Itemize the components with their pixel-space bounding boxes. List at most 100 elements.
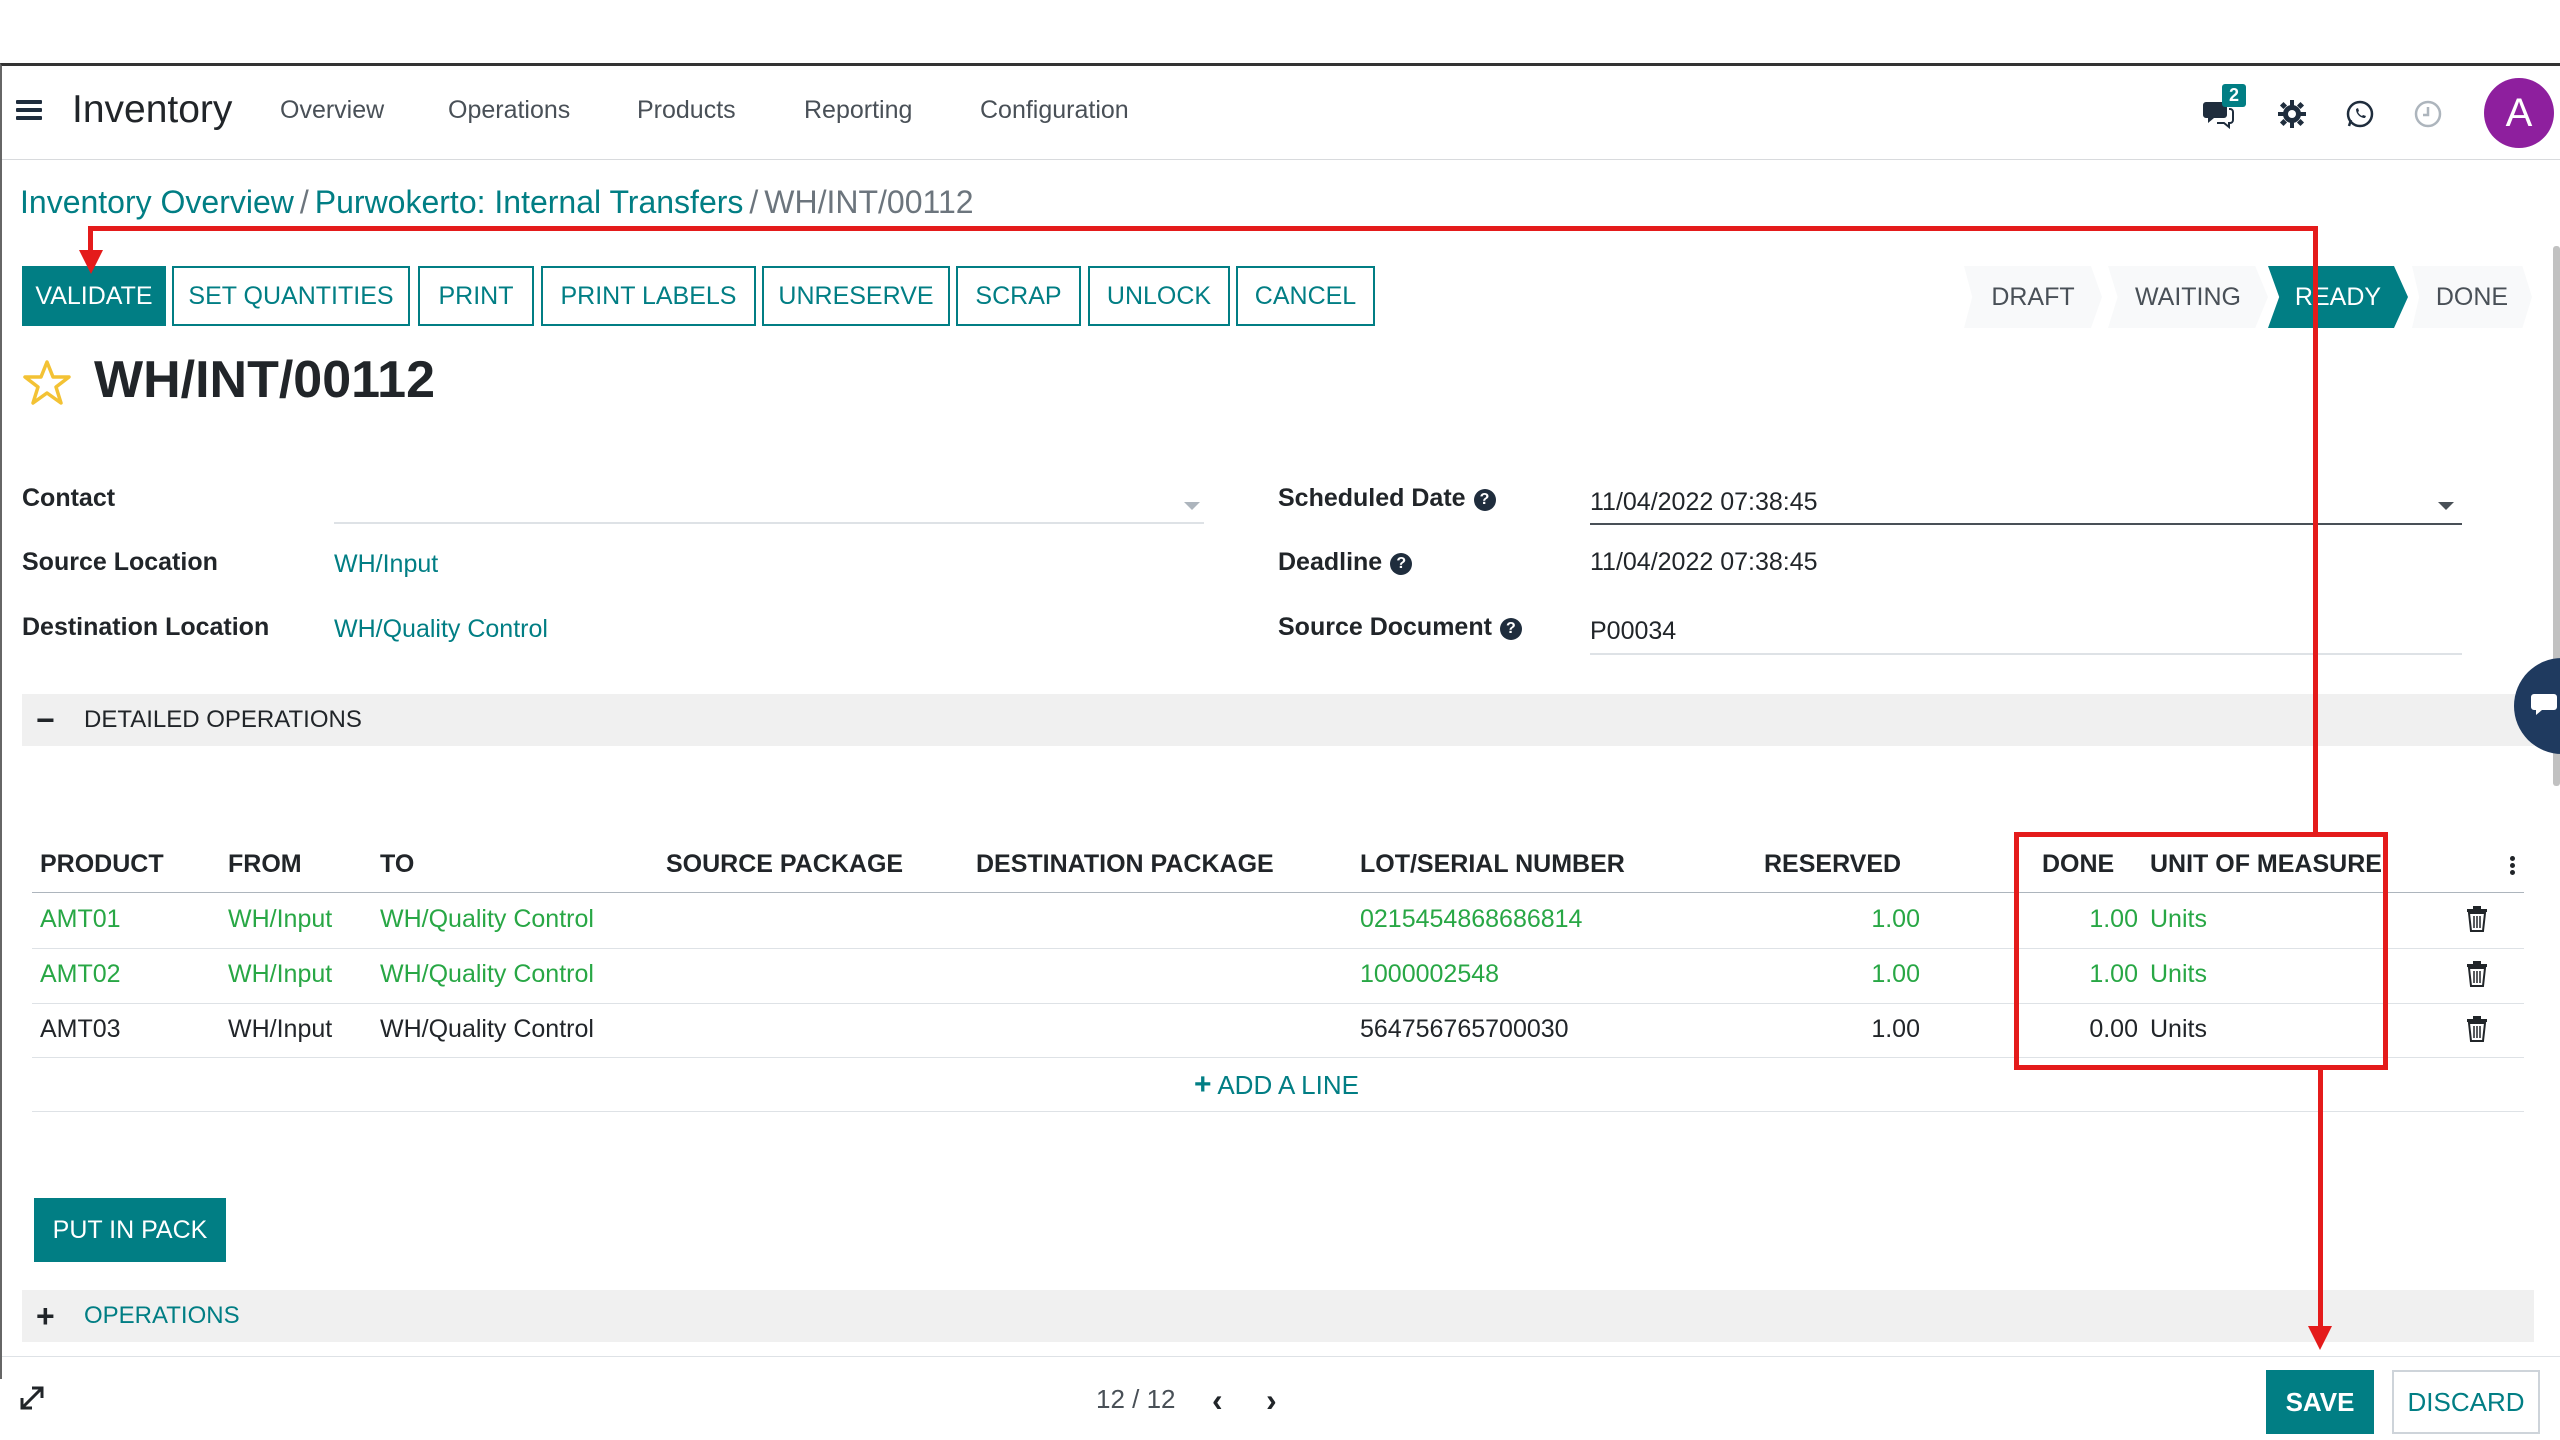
row2-from[interactable]: WH/Input xyxy=(228,960,332,989)
nav-configuration[interactable]: Configuration xyxy=(980,96,1129,125)
row1-to[interactable]: WH/Quality Control xyxy=(380,905,594,934)
row3-product[interactable]: AMT03 xyxy=(40,1015,121,1044)
source-document-input[interactable]: P00034 xyxy=(1590,617,2460,646)
col-to[interactable]: TO xyxy=(380,850,414,879)
contact-dropdown-icon[interactable] xyxy=(1184,502,1200,510)
nav-reporting[interactable]: Reporting xyxy=(804,96,912,125)
col-source-package[interactable]: SOURCE PACKAGE xyxy=(666,850,903,879)
source-document-underline xyxy=(1590,653,2462,655)
annotation-line-top xyxy=(88,226,2318,231)
breadcrumb: Inventory Overview / Purwokerto: Internal … xyxy=(20,184,974,220)
user-avatar[interactable]: A xyxy=(2484,78,2554,148)
footer-divider xyxy=(2,1356,2560,1357)
validate-button[interactable]: VALIDATE xyxy=(22,266,166,326)
detailed-operations-header[interactable]: − DETAILED OPERATIONS xyxy=(22,694,2534,746)
app-window: Inventory Overview Operations Products R… xyxy=(0,63,2560,1434)
source-location-label: Source Location xyxy=(22,548,218,576)
clock-icon[interactable] xyxy=(2410,96,2446,132)
menu-icon[interactable] xyxy=(16,96,50,130)
breadcrumb-current: WH/INT/00112 xyxy=(764,184,974,220)
annotation-arrowhead-save xyxy=(2308,1326,2332,1350)
pager-next-icon[interactable]: › xyxy=(1266,1382,1277,1419)
status-draft[interactable]: DRAFT xyxy=(1964,266,2102,328)
favorite-star-icon[interactable] xyxy=(22,358,72,408)
whatsapp-icon[interactable] xyxy=(2342,96,2378,132)
set-quantities-button[interactable]: SET QUANTITIES xyxy=(172,266,410,326)
row1-product[interactable]: AMT01 xyxy=(40,905,121,934)
source-document-label: Source Document? xyxy=(1278,613,1522,642)
breadcrumb-internal-transfers[interactable]: Purwokerto: Internal Transfers xyxy=(315,184,744,220)
scheduled-date-dropdown-icon[interactable] xyxy=(2438,502,2454,510)
col-lot-serial[interactable]: LOT/SERIAL NUMBER xyxy=(1360,850,1625,879)
status-ready[interactable]: READY xyxy=(2268,266,2408,328)
source-location-value[interactable]: WH/Input xyxy=(334,550,438,579)
expand-icon[interactable] xyxy=(18,1384,46,1412)
breadcrumb-inventory-overview[interactable]: Inventory Overview xyxy=(20,184,294,220)
scrap-button[interactable]: SCRAP xyxy=(956,266,1081,326)
help-icon[interactable]: ? xyxy=(1473,489,1496,511)
row3-from[interactable]: WH/Input xyxy=(228,1015,332,1044)
col-from[interactable]: FROM xyxy=(228,850,302,879)
detailed-operations-label: DETAILED OPERATIONS xyxy=(84,706,362,733)
save-button[interactable]: SAVE xyxy=(2266,1370,2374,1434)
chat-icon[interactable]: 2 xyxy=(2200,84,2247,132)
collapse-icon: − xyxy=(36,701,55,738)
annotation-box-done-uom xyxy=(2014,832,2388,1070)
settings-icon[interactable] xyxy=(2274,96,2310,132)
cancel-button[interactable]: CANCEL xyxy=(1236,266,1375,326)
destination-location-value[interactable]: WH/Quality Control xyxy=(334,615,548,644)
row2-reserved[interactable]: 1.00 xyxy=(1802,960,1920,989)
row-divider xyxy=(32,1111,2524,1112)
scheduled-date-input[interactable]: 11/04/2022 07:38:45 xyxy=(1590,488,2460,517)
row3-lot[interactable]: 564756765700030 xyxy=(1360,1015,1569,1044)
contact-label: Contact xyxy=(22,484,116,512)
help-icon[interactable]: ? xyxy=(1499,618,1522,640)
put-in-pack-button[interactable]: PUT IN PACK xyxy=(34,1198,226,1262)
add-a-line-label: ADD A LINE xyxy=(1217,1070,1359,1100)
contact-input[interactable] xyxy=(334,484,1204,520)
print-labels-button[interactable]: PRINT LABELS xyxy=(541,266,756,326)
record-title: WH/INT/00112 xyxy=(94,351,436,409)
nav-products[interactable]: Products xyxy=(637,96,736,125)
messages-badge: 2 xyxy=(2222,84,2247,107)
discard-button[interactable]: DISCARD xyxy=(2392,1370,2540,1434)
top-navbar: Inventory Overview Operations Products R… xyxy=(2,66,2560,160)
delete-row-icon[interactable] xyxy=(2465,961,2489,987)
deadline-label: Deadline? xyxy=(1278,548,1413,577)
help-icon[interactable]: ? xyxy=(1390,553,1413,575)
delete-row-icon[interactable] xyxy=(2465,1016,2489,1042)
annotation-arrowhead-validate xyxy=(79,250,103,274)
nav-operations[interactable]: Operations xyxy=(448,96,570,125)
row1-from[interactable]: WH/Input xyxy=(228,905,332,934)
row1-reserved[interactable]: 1.00 xyxy=(1802,905,1920,934)
row2-to[interactable]: WH/Quality Control xyxy=(380,960,594,989)
col-reserved[interactable]: RESERVED xyxy=(1764,850,1901,879)
app-title[interactable]: Inventory xyxy=(72,88,232,132)
row1-lot[interactable]: 0215454868686814 xyxy=(1360,905,1582,934)
unlock-button[interactable]: UNLOCK xyxy=(1088,266,1230,326)
delete-row-icon[interactable] xyxy=(2465,906,2489,932)
annotation-line-save xyxy=(2318,1070,2323,1328)
col-destination-package[interactable]: DESTINATION PACKAGE xyxy=(976,850,1274,879)
operations-header[interactable]: + OPERATIONS xyxy=(22,1290,2534,1342)
plus-icon: + xyxy=(1194,1068,1212,1101)
row2-lot[interactable]: 1000002548 xyxy=(1360,960,1499,989)
print-button[interactable]: PRINT xyxy=(418,266,534,326)
col-product[interactable]: PRODUCT xyxy=(40,850,164,879)
row3-reserved[interactable]: 1.00 xyxy=(1802,1015,1920,1044)
row3-to[interactable]: WH/Quality Control xyxy=(380,1015,594,1044)
scheduled-date-underline xyxy=(1590,523,2462,525)
nav-overview[interactable]: Overview xyxy=(280,96,384,125)
row2-product[interactable]: AMT02 xyxy=(40,960,121,989)
unreserve-button[interactable]: UNRESERVE xyxy=(762,266,950,326)
pager-value[interactable]: 12 / 12 xyxy=(1096,1384,1176,1415)
pager-previous-icon[interactable]: ‹ xyxy=(1212,1382,1223,1419)
column-options-icon[interactable] xyxy=(2508,854,2516,882)
annotation-line-right xyxy=(2313,226,2318,834)
add-a-line-link[interactable]: + ADD A LINE xyxy=(1194,1068,1359,1102)
contact-underline xyxy=(334,522,1204,524)
operations-label: OPERATIONS xyxy=(84,1302,240,1329)
status-waiting[interactable]: WAITING xyxy=(2108,266,2268,328)
status-done[interactable]: DONE xyxy=(2412,266,2532,328)
destination-location-label: Destination Location xyxy=(22,613,270,641)
